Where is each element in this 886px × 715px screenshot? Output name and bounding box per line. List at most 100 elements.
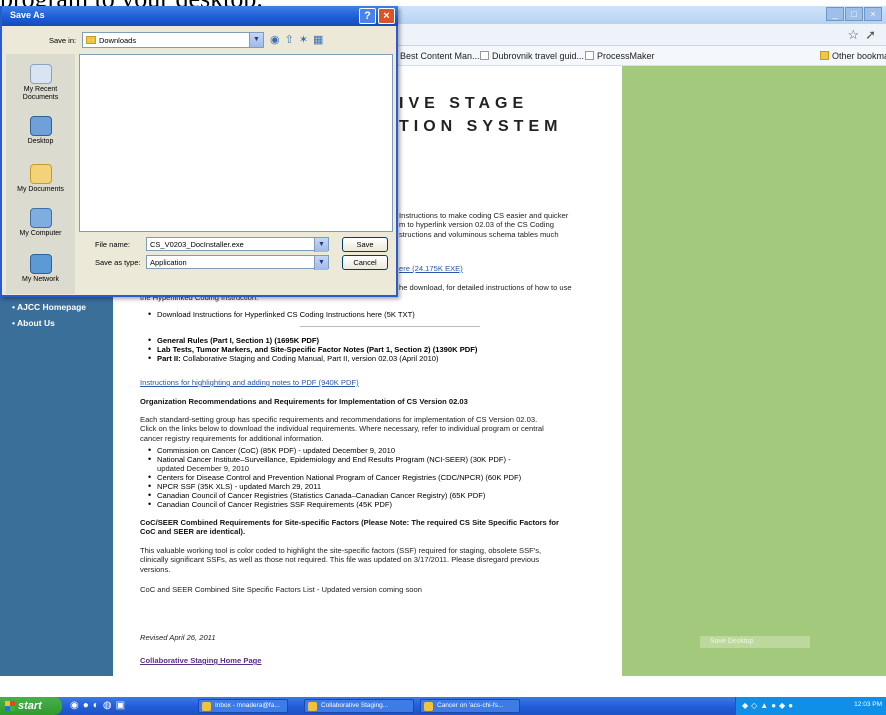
window-controls: _ □ × — [826, 7, 882, 21]
home-page-link[interactable]: Collaborative Staging Home Page — [140, 656, 610, 665]
places-bar: My Recent Documents Desktop My Documents… — [6, 54, 75, 294]
org-line: Each standard-setting group has specific… — [140, 415, 538, 424]
clock: 12:03 PM — [854, 701, 882, 708]
show-desktop-icon[interactable]: ▣ — [116, 700, 129, 711]
coc-seer-list-text: CoC and SEER Combined Site Specific Fact… — [140, 585, 422, 594]
recent-documents-icon — [29, 64, 52, 84]
coc-link: Commission on Cancer (CoC) (85K PDF) — [157, 446, 297, 455]
place-label: My Recent Documents — [22, 86, 59, 101]
close-window-icon[interactable]: × — [864, 7, 882, 21]
save-in-dropdown[interactable]: Downloads ▼ — [82, 32, 264, 48]
save-as-type-select[interactable]: Application ▼ — [146, 255, 329, 270]
sidebar-item-label: AJCC Homepage — [17, 302, 86, 312]
list-item[interactable]: Part II: Collaborative Staging and Codin… — [148, 354, 612, 364]
save-as-type-label: Save as type: — [95, 258, 141, 267]
partial-paragraph-1: Instructions to make coding CS easier an… — [399, 211, 614, 239]
dialog-titlebar[interactable]: Save As ? × — [2, 6, 398, 26]
org-line: cancer registry requirements for additio… — [140, 433, 324, 443]
list-item[interactable]: Canadian Council of Cancer Registries (S… — [148, 491, 612, 501]
list-item[interactable]: National Cancer Institute–Surveillance, … — [148, 455, 612, 465]
other-bookmarks[interactable]: Other bookmarks — [820, 51, 886, 61]
view-menu-icon[interactable]: ▦ — [313, 34, 328, 46]
taskbar: start ◉●◐◍▣ Inbox - mnadera@fa... Collab… — [0, 697, 886, 715]
list-item[interactable]: Centers for Disease Control and Preventi… — [148, 473, 612, 483]
wrench-icon[interactable]: ➚ — [865, 27, 882, 42]
taskbar-item[interactable]: Cancer on 'acs-chi-fs... — [420, 699, 520, 713]
file-list[interactable] — [79, 54, 393, 232]
chevron-down-icon[interactable]: ▼ — [314, 256, 328, 270]
back-icon[interactable]: ◉ — [270, 34, 285, 46]
close-icon[interactable]: × — [378, 8, 395, 24]
save-as-dialog: Save As ? × Save in: Downloads ▼ ◉⇧✶▦ My… — [0, 6, 398, 297]
bookmark-0-label: Best Content Man... — [400, 51, 480, 61]
start-button[interactable]: start — [0, 697, 62, 715]
sidebar-item-about-us[interactable]: • About Us — [12, 318, 55, 328]
my-computer-icon — [29, 208, 52, 228]
place-my-network[interactable]: My Network — [6, 254, 75, 284]
taskbar-item[interactable]: Collaborative Staging... — [304, 699, 414, 713]
org-heading: Organization Recommendations and Require… — [140, 397, 610, 406]
cancel-button[interactable]: Cancel — [342, 255, 388, 270]
file-name-label: File name: — [95, 240, 131, 249]
coc-line: versions. — [140, 564, 171, 574]
system-tray: ◆◇▲●◆● 12:03 PM — [735, 697, 886, 715]
up-folder-icon[interactable]: ⇧ — [285, 34, 299, 46]
chevron-down-icon[interactable]: ▼ — [314, 238, 328, 252]
list-item[interactable]: Lab Tests, Tumor Markers, and Site-Speci… — [148, 345, 612, 355]
org-heading-text: Organization Recommendations and Require… — [140, 397, 468, 406]
place-desktop[interactable]: Desktop — [6, 116, 75, 146]
highlight-instructions-link[interactable]: Instructions for highlighting and adding… — [140, 378, 610, 387]
file-name-input[interactable]: CS_V0203_DocInstaller.exe ▼ — [146, 237, 329, 252]
save-in-value: Downloads — [99, 36, 137, 45]
chevron-down-icon[interactable]: ▼ — [249, 33, 263, 47]
list-item[interactable]: Download Instructions for Hyperlinked CS… — [148, 310, 612, 320]
sidebar-item-label: About Us — [17, 318, 55, 328]
browser-toolbar: ☆➚ — [380, 24, 886, 46]
new-folder-icon[interactable]: ✶ — [299, 34, 313, 46]
exe-download-link[interactable]: ere (24.175K EXE) — [399, 264, 614, 273]
bookmark-item[interactable]: Dubrovnik travel guid... — [480, 51, 584, 61]
bookmark-item[interactable]: ProcessMaker — [585, 51, 655, 61]
list-item[interactable]: NPCR SSF (35K XLS) - updated March 29, 2… — [148, 482, 612, 492]
partial-line: m to hyperlink version 02.03 of the CS C… — [399, 220, 554, 230]
nci-seer-suffix: - — [506, 455, 511, 464]
coc-suffix: - updated December 9, 2010 — [296, 446, 396, 455]
desktop-icon — [29, 116, 52, 136]
star-icon[interactable]: ☆ — [847, 27, 865, 42]
taskbar-item[interactable]: Inbox - mnadera@fa... — [198, 699, 288, 713]
browser-titlebar: _ □ × — [380, 6, 886, 24]
folder-icon — [86, 36, 96, 44]
place-my-documents[interactable]: My Documents — [6, 164, 75, 194]
list-item[interactable]: General Rules (Part I, Section 1) (1695K… — [148, 336, 612, 346]
tray-icons[interactable]: ◆◇▲●◆● — [742, 701, 796, 710]
explorer-icon[interactable]: ◐ — [93, 700, 103, 711]
cccr-link: Canadian Council of Cancer Registries (S… — [157, 491, 486, 500]
place-label: My Network — [22, 276, 59, 283]
bookmark-item[interactable]: Best Content Man... — [400, 51, 480, 61]
exe-link-text: ere (24.175K EXE) — [399, 264, 463, 273]
sidebar-item-ajcc-homepage[interactable]: • AJCC Homepage — [12, 302, 86, 312]
outlook-icon[interactable]: ◍ — [103, 700, 116, 711]
save-button[interactable]: Save — [342, 237, 388, 252]
bookmark-3-label: Other bookmarks — [832, 51, 886, 61]
list-item[interactable]: Canadian Council of Cancer Registries SS… — [148, 500, 612, 510]
place-my-recent-documents[interactable]: My Recent Documents — [6, 64, 75, 102]
save-in-label: Save in: — [49, 36, 77, 45]
list-item[interactable]: Commission on Cancer (CoC) (85K PDF) - u… — [148, 446, 612, 456]
place-label: My Documents — [17, 186, 64, 193]
partial-line: Instructions to make coding CS easier an… — [399, 211, 569, 220]
page-title-line-2: TION SYSTEM — [399, 118, 563, 135]
partial-line: structions and voluminous schema tables … — [399, 229, 559, 239]
ie-icon[interactable]: ◉ — [70, 700, 83, 711]
maximize-icon[interactable]: □ — [845, 7, 863, 21]
bookmark-2-label: ProcessMaker — [597, 51, 655, 61]
firefox-icon[interactable]: ● — [83, 700, 93, 711]
minimize-icon[interactable]: _ — [826, 7, 844, 21]
save-desktop-button[interactable]: Save Desktop — [700, 636, 810, 648]
lab-tests-link: Lab Tests, Tumor Markers, and Site-Speci… — [157, 345, 478, 354]
folder-icon — [820, 51, 829, 60]
coc-line: This valuable working tool is color code… — [140, 546, 542, 555]
place-my-computer[interactable]: My Computer — [6, 208, 75, 238]
bookmarks-bar: Best Content Man... Dubrovnik travel gui… — [380, 46, 886, 66]
help-icon[interactable]: ? — [359, 8, 376, 24]
